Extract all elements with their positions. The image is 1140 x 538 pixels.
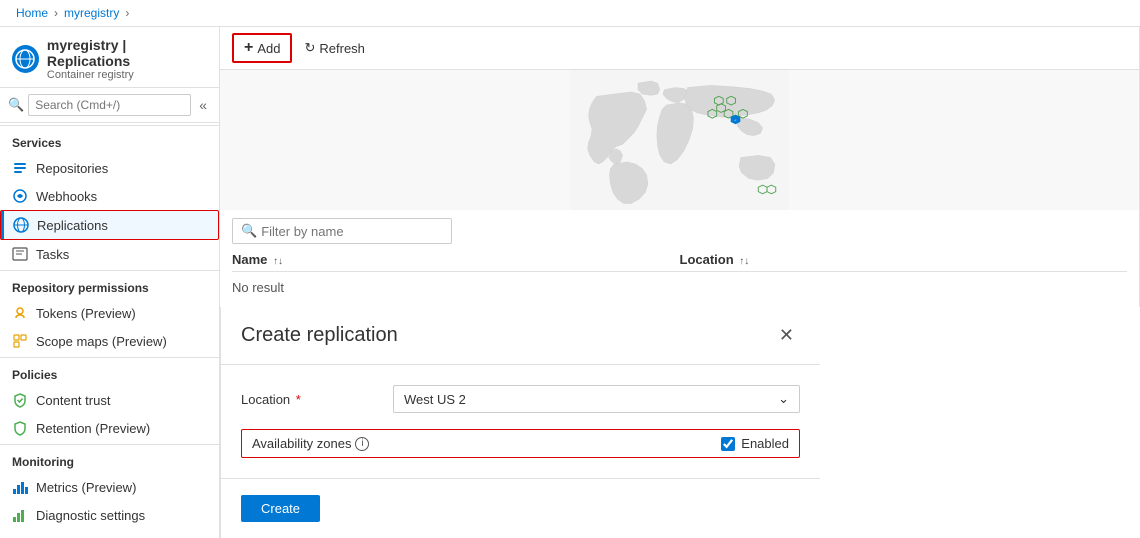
breadcrumb: Home › myregistry ›	[0, 0, 1140, 27]
diagnostic-label: Diagnostic settings	[36, 508, 145, 523]
svg-text:✓: ✓	[734, 119, 737, 123]
enabled-checkbox-container: Enabled	[721, 436, 789, 451]
enabled-checkbox[interactable]	[721, 437, 735, 451]
create-button[interactable]: Create	[241, 495, 320, 522]
filter-container: 🔍	[232, 218, 452, 244]
sidebar-search-container: 🔍 «	[0, 88, 219, 123]
location-row: Location * West US 2 ⌄	[241, 385, 800, 413]
enabled-label: Enabled	[741, 436, 789, 451]
location-select[interactable]: West US 2 ⌄	[393, 385, 800, 413]
replications-label: Replications	[37, 218, 108, 233]
location-value: West US 2	[404, 392, 466, 407]
tokens-icon	[12, 305, 28, 321]
webhooks-label: Webhooks	[36, 189, 97, 204]
content-area: + Add ↻ Refresh	[220, 27, 1140, 538]
sidebar-header: myregistry | Replications Container regi…	[0, 27, 219, 88]
col-header-name: Name ↑↓	[232, 252, 680, 267]
create-panel: Create replication ✕ Location * West US …	[220, 307, 820, 538]
table-header: Name ↑↓ Location ↑↓	[232, 252, 1127, 272]
add-button[interactable]: + Add	[232, 33, 292, 63]
section-label-services: Services	[0, 125, 219, 154]
sidebar-item-tokens[interactable]: Tokens (Preview)	[0, 299, 219, 327]
tasks-icon	[12, 246, 28, 262]
sidebar-item-retention[interactable]: Retention (Preview)	[0, 414, 219, 442]
close-button[interactable]: ✕	[773, 323, 800, 348]
no-result-label: No result	[232, 280, 284, 295]
sidebar-subtitle: Container registry	[47, 69, 207, 81]
repo-icon	[12, 160, 28, 176]
globe-icon	[13, 217, 29, 233]
retention-label: Retention (Preview)	[36, 421, 150, 436]
sidebar-item-tasks[interactable]: Tasks	[0, 240, 219, 268]
refresh-label: Refresh	[319, 41, 365, 56]
breadcrumb-home[interactable]: Home	[16, 6, 48, 20]
avail-zone-label: Availability zones i	[252, 436, 369, 451]
metrics-label: Metrics (Preview)	[36, 480, 136, 495]
map-container: ✓	[220, 70, 1139, 210]
create-panel-footer: Create	[221, 478, 820, 538]
col-header-location: Location ↑↓	[680, 252, 1128, 267]
sidebar-item-repositories[interactable]: Repositories	[0, 154, 219, 182]
name-sort-icon[interactable]: ↑↓	[273, 256, 283, 267]
table-empty-row: No result	[232, 276, 1127, 299]
create-panel-title: Create replication	[241, 324, 398, 347]
required-star: *	[296, 392, 301, 407]
tasks-label: Tasks	[36, 247, 69, 262]
sidebar-item-webhooks[interactable]: Webhooks	[0, 182, 219, 210]
world-map: ✓	[220, 70, 1139, 210]
dropdown-chevron-icon: ⌄	[778, 391, 789, 407]
section-label-repo-perms: Repository permissions	[0, 270, 219, 299]
metrics-icon	[12, 479, 28, 495]
filter-table-section: 🔍 Name ↑↓ Location ↑↓ No result	[220, 210, 1139, 307]
create-panel-header: Create replication ✕	[221, 307, 820, 365]
collapse-button[interactable]: «	[195, 95, 211, 115]
content-trust-label: Content trust	[36, 393, 110, 408]
create-form: Location * West US 2 ⌄ Availability zone…	[221, 365, 820, 478]
scope-icon	[12, 333, 28, 349]
sidebar-item-diagnostic[interactable]: Diagnostic settings	[0, 501, 219, 529]
refresh-icon: ↻	[304, 40, 315, 56]
section-label-policies: Policies	[0, 357, 219, 386]
scope-maps-label: Scope maps (Preview)	[36, 334, 167, 349]
tokens-label: Tokens (Preview)	[36, 306, 136, 321]
retention-icon	[12, 420, 28, 436]
breadcrumb-registry[interactable]: myregistry	[64, 6, 119, 20]
location-label: Location *	[241, 392, 381, 407]
sidebar-item-content-trust[interactable]: Content trust	[0, 386, 219, 414]
availability-zones-row: Availability zones i Enabled	[241, 429, 800, 458]
filter-search-icon: 🔍	[241, 223, 257, 239]
filter-input[interactable]	[261, 224, 443, 239]
add-label: Add	[257, 41, 280, 56]
plus-icon: +	[244, 39, 253, 57]
webhook-icon	[12, 188, 28, 204]
toolbar: + Add ↻ Refresh	[220, 27, 1139, 70]
map-panel: + Add ↻ Refresh	[220, 27, 1140, 307]
sidebar-item-replications[interactable]: Replications	[0, 210, 219, 240]
diag-icon	[12, 507, 28, 523]
repositories-label: Repositories	[36, 161, 108, 176]
sidebar-item-scope-maps[interactable]: Scope maps (Preview)	[0, 327, 219, 355]
location-sort-icon[interactable]: ↑↓	[739, 256, 749, 267]
refresh-button[interactable]: ↻ Refresh	[296, 36, 372, 60]
search-input[interactable]	[28, 94, 191, 116]
sidebar-item-metrics[interactable]: Metrics (Preview)	[0, 473, 219, 501]
info-icon[interactable]: i	[355, 437, 369, 451]
registry-logo	[12, 45, 39, 73]
sidebar: myregistry | Replications Container regi…	[0, 27, 220, 538]
sidebar-registry-name: myregistry | Replications	[47, 37, 207, 69]
search-icon: 🔍	[8, 97, 24, 113]
section-label-monitoring: Monitoring	[0, 444, 219, 473]
trust-icon	[12, 392, 28, 408]
